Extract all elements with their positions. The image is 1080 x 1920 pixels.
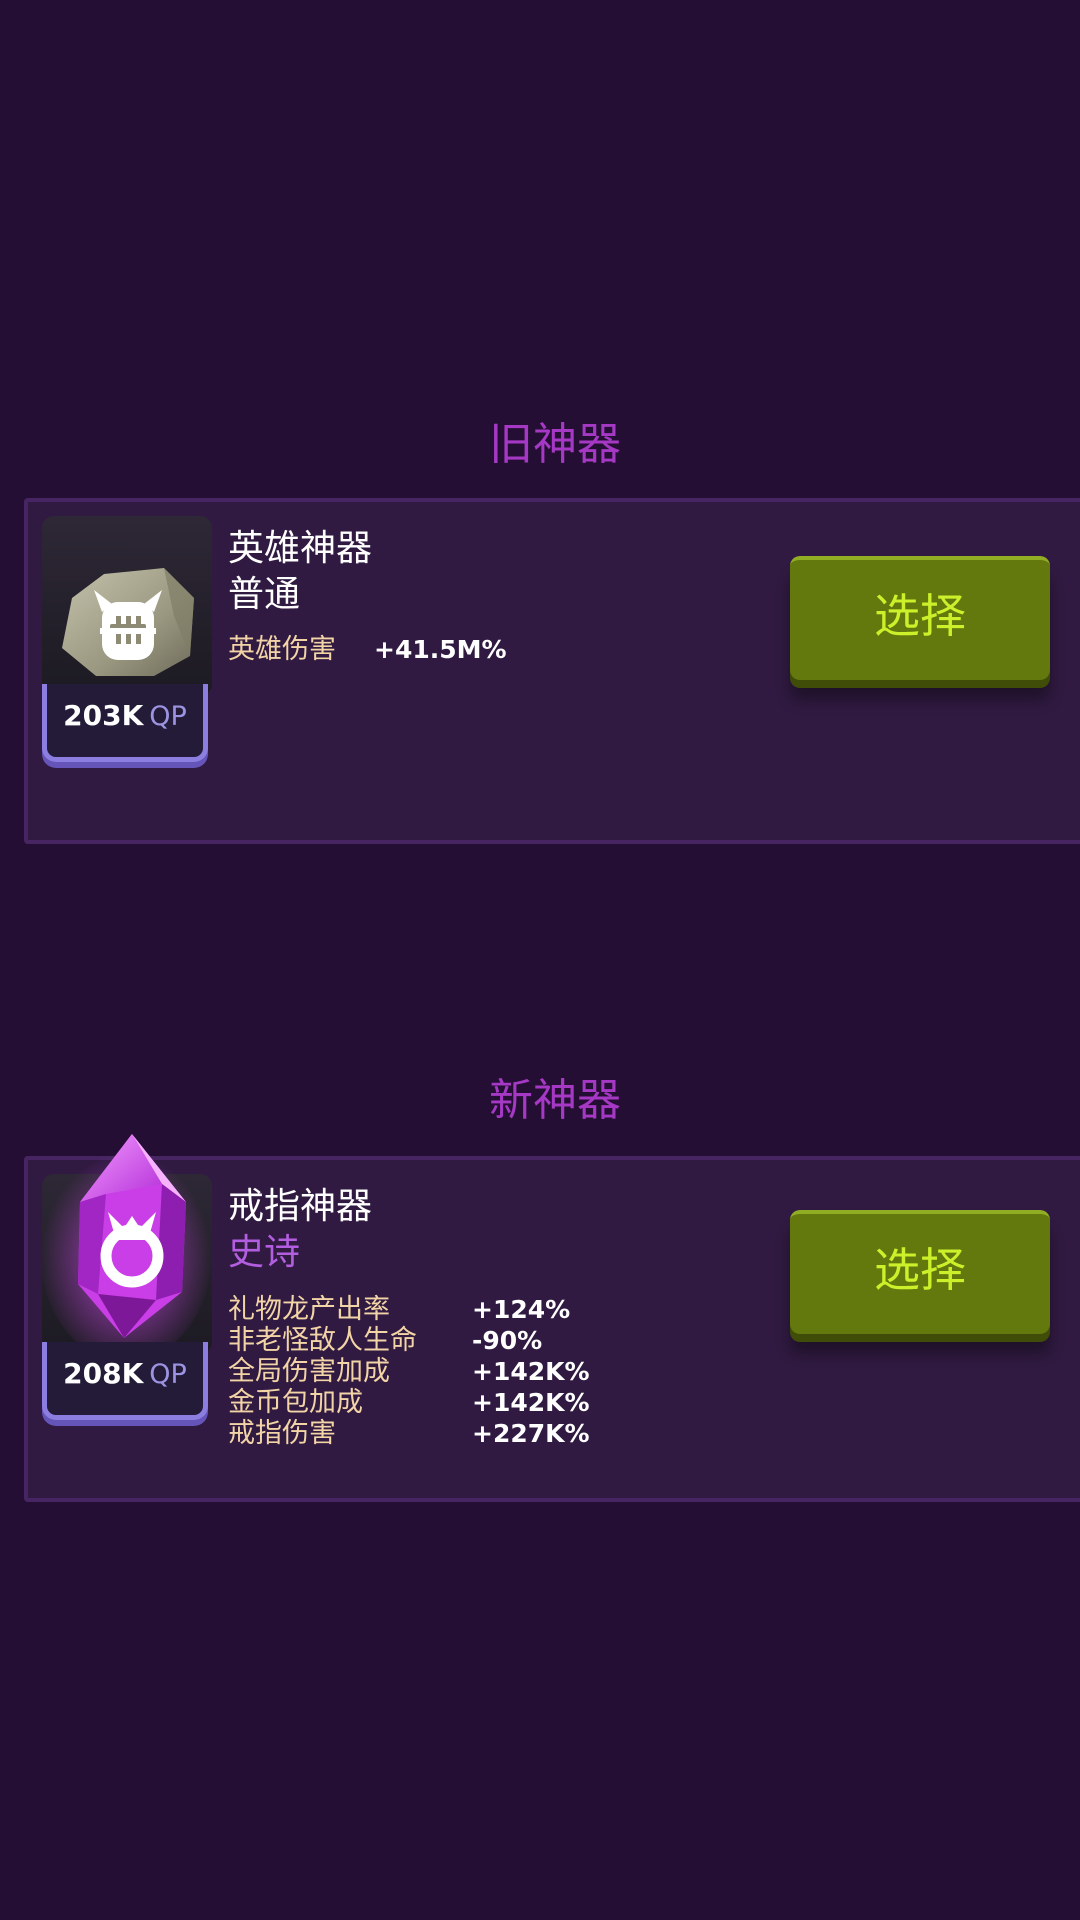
stat-value: +142K% [472,1357,590,1386]
stat-value: +124% [472,1295,571,1324]
old-artifact-name: 英雄神器 [228,528,373,569]
new-artifact-title: 新神器 [489,1075,621,1126]
stat-row: 英雄伤害 +41.5M% [228,634,507,665]
old-artifact-select-button[interactable]: 选择 [790,556,1050,680]
old-artifact-rarity: 普通 [228,574,301,615]
stat-value: +41.5M% [374,635,507,664]
stat-label: 非老怪敌人生命 [228,1325,417,1356]
helmet-stone-icon [62,568,194,676]
new-artifact-card: 208K QP 戒指神器 史诗 礼物龙产出率 +124% 非老怪敌人生命 -90%… [24,1134,1080,1502]
old-artifact-icon-frame [42,516,212,696]
stat-value: +227K% [472,1419,590,1448]
stat-label: 戒指伤害 [228,1418,336,1449]
old-artifact-qp-badge: 203K QP [42,684,208,762]
ring-crystal-icon [40,1134,212,1362]
stat-row: 金币包加成 +142K% [228,1387,590,1418]
new-artifact-stats: 礼物龙产出率 +124% 非老怪敌人生命 -90% 全局伤害加成 +142K% … [228,1294,590,1449]
qp-value: 203K [63,699,144,732]
stat-row: 全局伤害加成 +142K% [228,1356,590,1387]
new-artifact-select-button[interactable]: 选择 [790,1210,1050,1334]
new-artifact-name: 戒指神器 [228,1186,373,1227]
stat-label: 全局伤害加成 [228,1356,390,1387]
qp-unit: QP [149,701,187,732]
stat-label: 英雄伤害 [228,634,336,665]
qp-value: 208K [63,1357,144,1390]
new-artifact-rarity: 史诗 [228,1232,301,1273]
qp-unit: QP [149,1359,187,1390]
stat-label: 礼物龙产出率 [228,1294,390,1325]
stat-value: -90% [472,1326,543,1355]
old-artifact-title: 旧神器 [489,419,621,470]
stat-value: +142K% [472,1388,590,1417]
new-artifact-qp-badge: 208K QP [42,1342,208,1420]
stat-row: 戒指伤害 +227K% [228,1418,590,1449]
stat-row: 礼物龙产出率 +124% [228,1294,590,1325]
old-artifact-card: 203K QP 英雄神器 普通 英雄伤害 +41.5M% 选择 [24,498,1080,844]
stat-label: 金币包加成 [228,1387,363,1418]
stat-row: 非老怪敌人生命 -90% [228,1325,590,1356]
old-artifact-stats: 英雄伤害 +41.5M% [228,634,507,665]
